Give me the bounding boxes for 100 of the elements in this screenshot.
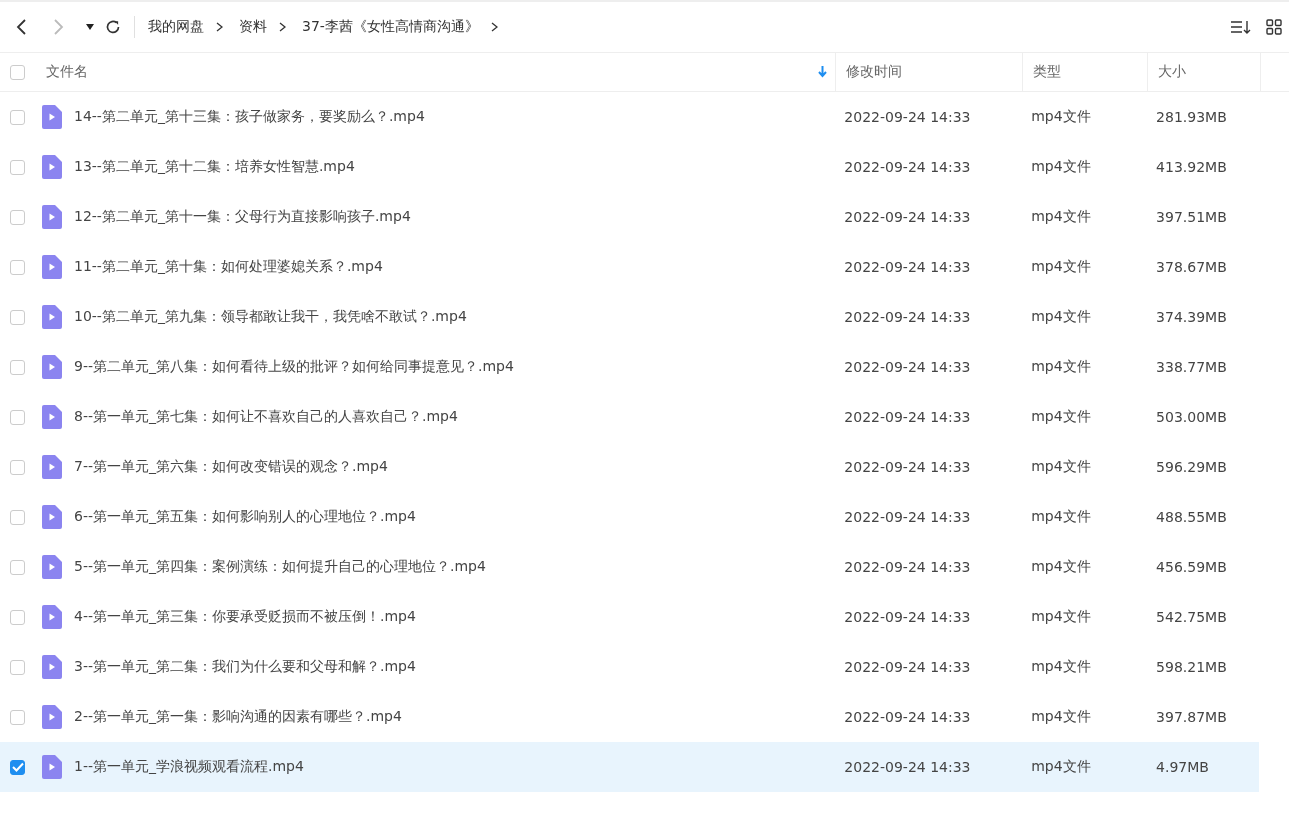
breadcrumb-link[interactable]: 我的网盘 (148, 18, 204, 36)
file-size: 456.59MB (1156, 559, 1227, 575)
breadcrumb-link[interactable]: 资料 (239, 18, 267, 36)
file-size: 281.93MB (1156, 109, 1227, 125)
file-row[interactable]: 6--第一单元_第五集：如何影响别人的心理地位？.mp4 2022-09-24 14:33 mp4文件 488.55MB (0, 492, 1259, 542)
row-checkbox[interactable] (10, 309, 25, 325)
video-file-icon (42, 355, 62, 379)
column-header[interactable]: 修改时间 (846, 63, 902, 81)
file-type: mp4文件 (1031, 558, 1091, 574)
video-file-icon (42, 105, 62, 129)
row-checkbox[interactable] (10, 559, 25, 575)
row-checkbox[interactable] (10, 109, 25, 125)
breadcrumb-link[interactable]: 37-李茜《女性高情商沟通》 (302, 18, 479, 36)
row-checkbox[interactable] (10, 659, 25, 675)
file-size: 397.51MB (1156, 209, 1227, 225)
row-checkbox[interactable] (10, 459, 25, 475)
file-row[interactable]: 7--第一单元_第六集：如何改变错误的观念？.mp4 2022-09-24 14:33 mp4文件 596.29MB (0, 442, 1259, 492)
file-size: 338.77MB (1156, 359, 1227, 375)
file-row[interactable]: 8--第一单元_第七集：如何让不喜欢自己的人喜欢自己？.mp4 2022-09-24 14:33 mp4文件 503.00MB (0, 392, 1259, 442)
file-size: 378.67MB (1156, 259, 1227, 275)
file-name: 13--第二单元_第十二集：培养女性智慧.mp4 (74, 158, 355, 176)
video-file-icon (42, 705, 62, 729)
grid-view-icon[interactable] (1266, 19, 1282, 35)
file-type: mp4文件 (1031, 108, 1091, 124)
row-checkbox[interactable] (10, 509, 25, 525)
file-name: 9--第二单元_第八集：如何看待上级的批评？如何给同事提意见？.mp4 (74, 358, 514, 376)
row-checkbox[interactable] (10, 159, 25, 175)
file-row[interactable]: 14--第二单元_第十三集：孩子做家务，要奖励么？.mp4 2022-09-24 14:33 mp4文件 281.93MB (0, 92, 1259, 142)
file-type: mp4文件 (1031, 708, 1091, 724)
file-type: mp4文件 (1031, 508, 1091, 524)
forward-icon[interactable] (53, 18, 65, 36)
select-all-checkbox[interactable] (10, 64, 25, 80)
file-type: mp4文件 (1031, 658, 1091, 674)
video-file-icon (42, 555, 62, 579)
file-name: 14--第二单元_第十三集：孩子做家务，要奖励么？.mp4 (74, 108, 425, 126)
file-name: 3--第一单元_第二集：我们为什么要和父母和解？.mp4 (74, 658, 416, 676)
file-type: mp4文件 (1031, 308, 1091, 324)
file-type: mp4文件 (1031, 758, 1091, 774)
row-checkbox[interactable] (10, 609, 25, 625)
file-name: 12--第二单元_第十一集：父母行为直接影响孩子.mp4 (74, 208, 411, 226)
refresh-icon[interactable] (105, 19, 121, 35)
file-type: mp4文件 (1031, 358, 1091, 374)
file-type: mp4文件 (1031, 158, 1091, 174)
file-row[interactable]: 1--第一单元_学浪视频观看流程.mp4 2022-09-24 14:33 mp4文件 4.97MB (0, 742, 1259, 792)
modified-time: 2022-09-24 14:33 (844, 309, 971, 325)
chevron-right-icon (279, 22, 286, 32)
file-type: mp4文件 (1031, 458, 1091, 474)
row-checkbox[interactable] (10, 259, 25, 275)
video-file-icon (42, 605, 62, 629)
modified-time: 2022-09-24 14:33 (844, 359, 971, 375)
file-type: mp4文件 (1031, 208, 1091, 224)
video-file-icon (42, 505, 62, 529)
file-name: 4--第一单元_第三集：你要承受贬损而不被压倒！.mp4 (74, 608, 416, 626)
file-type: mp4文件 (1031, 608, 1091, 624)
modified-time: 2022-09-24 14:33 (844, 509, 971, 525)
file-size: 413.92MB (1156, 159, 1227, 175)
file-row[interactable]: 13--第二单元_第十二集：培养女性智慧.mp4 2022-09-24 14:33 mp4文件 413.92MB (0, 142, 1259, 192)
modified-time: 2022-09-24 14:33 (844, 709, 971, 725)
sort-list-icon[interactable] (1230, 19, 1252, 35)
file-size: 542.75MB (1156, 609, 1227, 625)
file-name: 10--第二单元_第九集：领导都敢让我干，我凭啥不敢试？.mp4 (74, 308, 467, 326)
file-name: 2--第一单元_第一集：影响沟通的因素有哪些？.mp4 (74, 708, 402, 726)
file-row[interactable]: 3--第一单元_第二集：我们为什么要和父母和解？.mp4 2022-09-24 14:33 mp4文件 598.21MB (0, 642, 1259, 692)
file-name: 11--第二单元_第十集：如何处理婆媳关系？.mp4 (74, 258, 383, 276)
row-checkbox[interactable] (10, 759, 25, 775)
row-checkbox[interactable] (10, 409, 25, 425)
modified-time: 2022-09-24 14:33 (844, 159, 971, 175)
file-size: 596.29MB (1156, 459, 1227, 475)
file-size: 503.00MB (1156, 409, 1227, 425)
modified-time: 2022-09-24 14:33 (844, 459, 971, 475)
modified-time: 2022-09-24 14:33 (844, 559, 971, 575)
row-checkbox[interactable] (10, 209, 25, 225)
file-name: 1--第一单元_学浪视频观看流程.mp4 (74, 758, 304, 776)
file-type: mp4文件 (1031, 408, 1091, 424)
file-size: 598.21MB (1156, 659, 1227, 675)
chevron-right-icon (216, 22, 223, 32)
file-size: 488.55MB (1156, 509, 1227, 525)
column-header[interactable]: 文件名 (46, 63, 88, 81)
file-row[interactable]: 5--第一单元_第四集：案例演练：如何提升自己的心理地位？.mp4 2022-09-24 14:33 mp4文件 456.59MB (0, 542, 1259, 592)
back-icon[interactable] (15, 18, 27, 36)
dropdown-caret-icon[interactable] (86, 24, 94, 30)
file-row[interactable]: 11--第二单元_第十集：如何处理婆媳关系？.mp4 2022-09-24 14:33 mp4文件 378.67MB (0, 242, 1259, 292)
column-header[interactable]: 大小 (1158, 63, 1186, 81)
row-checkbox[interactable] (10, 709, 25, 725)
video-file-icon (42, 755, 62, 779)
file-row[interactable]: 9--第二单元_第八集：如何看待上级的批评？如何给同事提意见？.mp4 2022-09-24 14:33 mp4文件 338.77MB (0, 342, 1259, 392)
file-size: 374.39MB (1156, 309, 1227, 325)
file-row[interactable]: 2--第一单元_第一集：影响沟通的因素有哪些？.mp4 2022-09-24 14:33 mp4文件 397.87MB (0, 692, 1259, 742)
file-size: 4.97MB (1156, 759, 1209, 775)
file-name: 6--第一单元_第五集：如何影响别人的心理地位？.mp4 (74, 508, 416, 526)
row-checkbox[interactable] (10, 359, 25, 375)
modified-time: 2022-09-24 14:33 (844, 109, 971, 125)
video-file-icon (42, 205, 62, 229)
modified-time: 2022-09-24 14:33 (844, 259, 971, 275)
column-header[interactable]: 类型 (1033, 63, 1061, 81)
file-row[interactable]: 10--第二单元_第九集：领导都敢让我干，我凭啥不敢试？.mp4 2022-09-24 14:33 mp4文件 374.39MB (0, 292, 1259, 342)
file-row[interactable]: 12--第二单元_第十一集：父母行为直接影响孩子.mp4 2022-09-24 14:33 mp4文件 397.51MB (0, 192, 1259, 242)
file-name: 7--第一单元_第六集：如何改变错误的观念？.mp4 (74, 458, 388, 476)
video-file-icon (42, 305, 62, 329)
file-row[interactable]: 4--第一单元_第三集：你要承受贬损而不被压倒！.mp4 2022-09-24 14:33 mp4文件 542.75MB (0, 592, 1259, 642)
